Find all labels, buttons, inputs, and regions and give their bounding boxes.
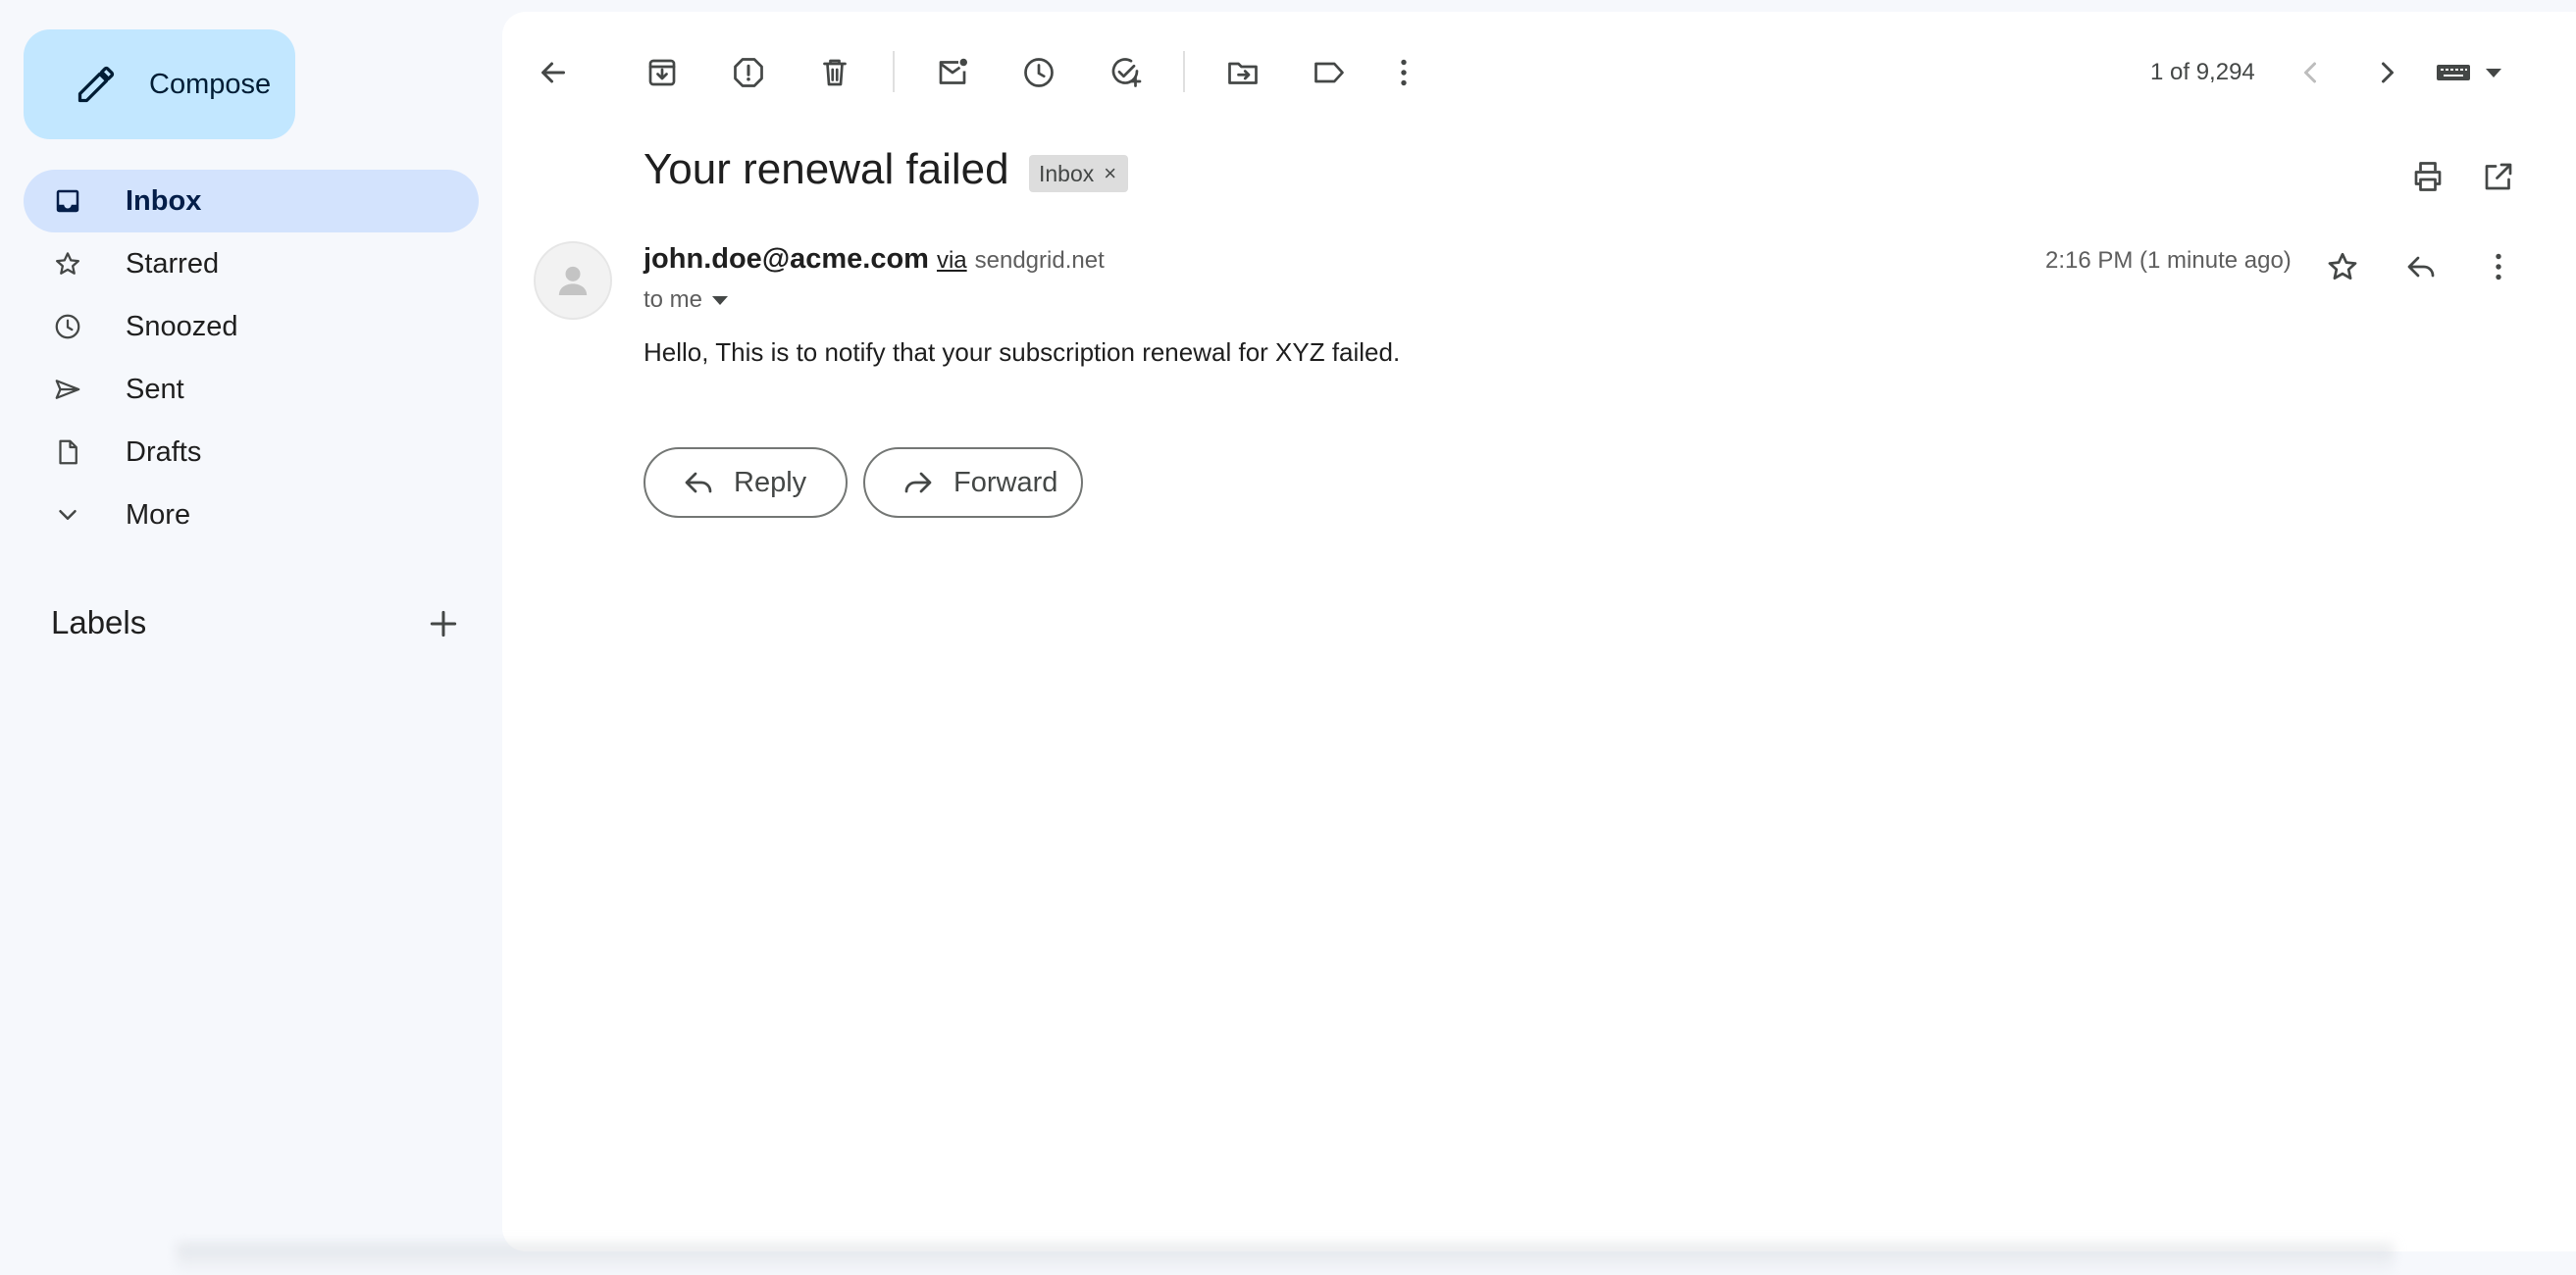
sidebar-item-label: Drafts	[126, 435, 202, 468]
add-task-icon	[1111, 58, 1142, 87]
sidebar-item-starred[interactable]: Starred	[24, 232, 479, 295]
caret-down-icon	[712, 295, 729, 305]
message-more-button[interactable]	[2471, 239, 2526, 294]
mark-unread-button[interactable]	[925, 45, 980, 100]
forward-button[interactable]: Forward	[863, 447, 1083, 518]
archive-icon	[648, 59, 676, 86]
recipient-details-toggle[interactable]: to me	[644, 286, 729, 314]
bottom-shadow	[177, 1244, 2394, 1275]
keyboard-icon	[2437, 65, 2470, 80]
open-in-new-icon	[2485, 163, 2512, 190]
forward-label: Forward	[953, 466, 1058, 498]
print-button[interactable]	[2400, 149, 2455, 204]
avatar	[534, 241, 612, 320]
sidebar-item-sent[interactable]: Sent	[24, 358, 479, 421]
back-arrow-icon	[541, 62, 565, 83]
pagination-count: 1 of 9,294	[2150, 59, 2255, 85]
compose-button[interactable]: Compose	[24, 29, 295, 139]
more-vert-icon	[1401, 59, 1407, 86]
labels-button[interactable]	[1302, 45, 1357, 100]
sidebar-item-label: Inbox	[126, 184, 202, 217]
labels-header: Labels	[51, 598, 463, 647]
snooze-button[interactable]	[1011, 45, 1066, 100]
message-timestamp: 2:16 PM (1 minute ago)	[2045, 247, 2292, 274]
sender-line: john.doe@acme.com via sendgrid.net	[644, 243, 1105, 276]
clock-icon	[55, 314, 80, 339]
toolbar-divider	[1183, 51, 1185, 92]
via-link[interactable]: via	[937, 247, 967, 275]
sidebar-item-drafts[interactable]: Drafts	[24, 421, 479, 484]
open-new-window-button[interactable]	[2471, 149, 2526, 204]
chip-label: Inbox	[1039, 160, 1095, 186]
message-view: 1 of 9,294 Your renewal failed Inbox × j…	[502, 12, 2576, 1251]
input-tools-button[interactable]	[2435, 47, 2523, 98]
older-button[interactable]	[2360, 45, 2415, 100]
compose-label: Compose	[149, 68, 272, 100]
label-icon	[1314, 62, 1344, 83]
delete-button[interactable]	[807, 45, 862, 100]
delete-icon	[823, 59, 847, 86]
person-icon	[558, 266, 588, 295]
star-icon	[56, 252, 79, 275]
sidebar-item-inbox[interactable]: Inbox	[24, 170, 479, 232]
sender-email: john.doe@acme.com	[644, 243, 929, 275]
inbox-label-chip: Inbox ×	[1029, 155, 1129, 192]
add-label-icon[interactable]	[424, 604, 463, 643]
email-subject: Your renewal failed	[644, 145, 1009, 193]
nav-list: Inbox Starred Snoozed Sent Drafts More	[24, 170, 479, 546]
sidebar-item-label: Snoozed	[126, 310, 238, 342]
toolbar-divider	[893, 51, 895, 92]
sidebar-item-label: Starred	[126, 247, 220, 280]
star-icon	[2328, 252, 2357, 280]
reply-icon	[685, 472, 712, 493]
forward-icon	[904, 472, 932, 493]
chevron-down-icon	[59, 510, 77, 520]
newer-button[interactable]	[2283, 45, 2338, 100]
more-options-button[interactable]	[1376, 45, 1431, 100]
reply-button[interactable]: Reply	[644, 447, 848, 518]
sidebar-item-label: Sent	[126, 373, 184, 405]
back-button[interactable]	[526, 45, 581, 100]
chevron-right-icon	[2382, 62, 2394, 83]
labels-title: Labels	[51, 604, 147, 640]
inbox-icon	[56, 189, 79, 213]
draft-icon	[59, 439, 77, 465]
archive-button[interactable]	[635, 45, 690, 100]
reply-icon-button[interactable]	[2394, 239, 2448, 294]
recipient-text: to me	[644, 286, 703, 313]
star-button[interactable]	[2315, 239, 2370, 294]
via-domain: sendgrid.net	[974, 247, 1105, 274]
report-spam-icon	[734, 58, 763, 87]
move-to-icon	[1228, 62, 1258, 84]
sidebar: Compose Inbox Starred Snoozed Sent Draft…	[0, 0, 500, 1275]
email-body: Hello, This is to notify that your subsc…	[644, 337, 1401, 367]
sidebar-item-label: More	[126, 498, 191, 531]
reply-label: Reply	[734, 466, 807, 498]
dropdown-caret-icon	[2486, 68, 2501, 77]
sidebar-item-snoozed[interactable]: Snoozed	[24, 295, 479, 358]
send-icon	[55, 380, 80, 399]
chevron-left-icon	[2304, 62, 2316, 83]
add-to-tasks-button[interactable]	[1098, 45, 1153, 100]
remove-label-icon[interactable]: ×	[1104, 161, 1116, 186]
sidebar-item-more[interactable]: More	[24, 484, 479, 546]
print-icon	[2414, 162, 2442, 191]
move-to-button[interactable]	[1215, 45, 1270, 100]
reply-icon	[2407, 256, 2435, 278]
snooze-icon	[1024, 58, 1054, 87]
report-spam-button[interactable]	[721, 45, 776, 100]
more-vert-icon	[2496, 253, 2501, 280]
pencil-icon	[77, 66, 115, 103]
mark-unread-icon	[939, 58, 967, 84]
